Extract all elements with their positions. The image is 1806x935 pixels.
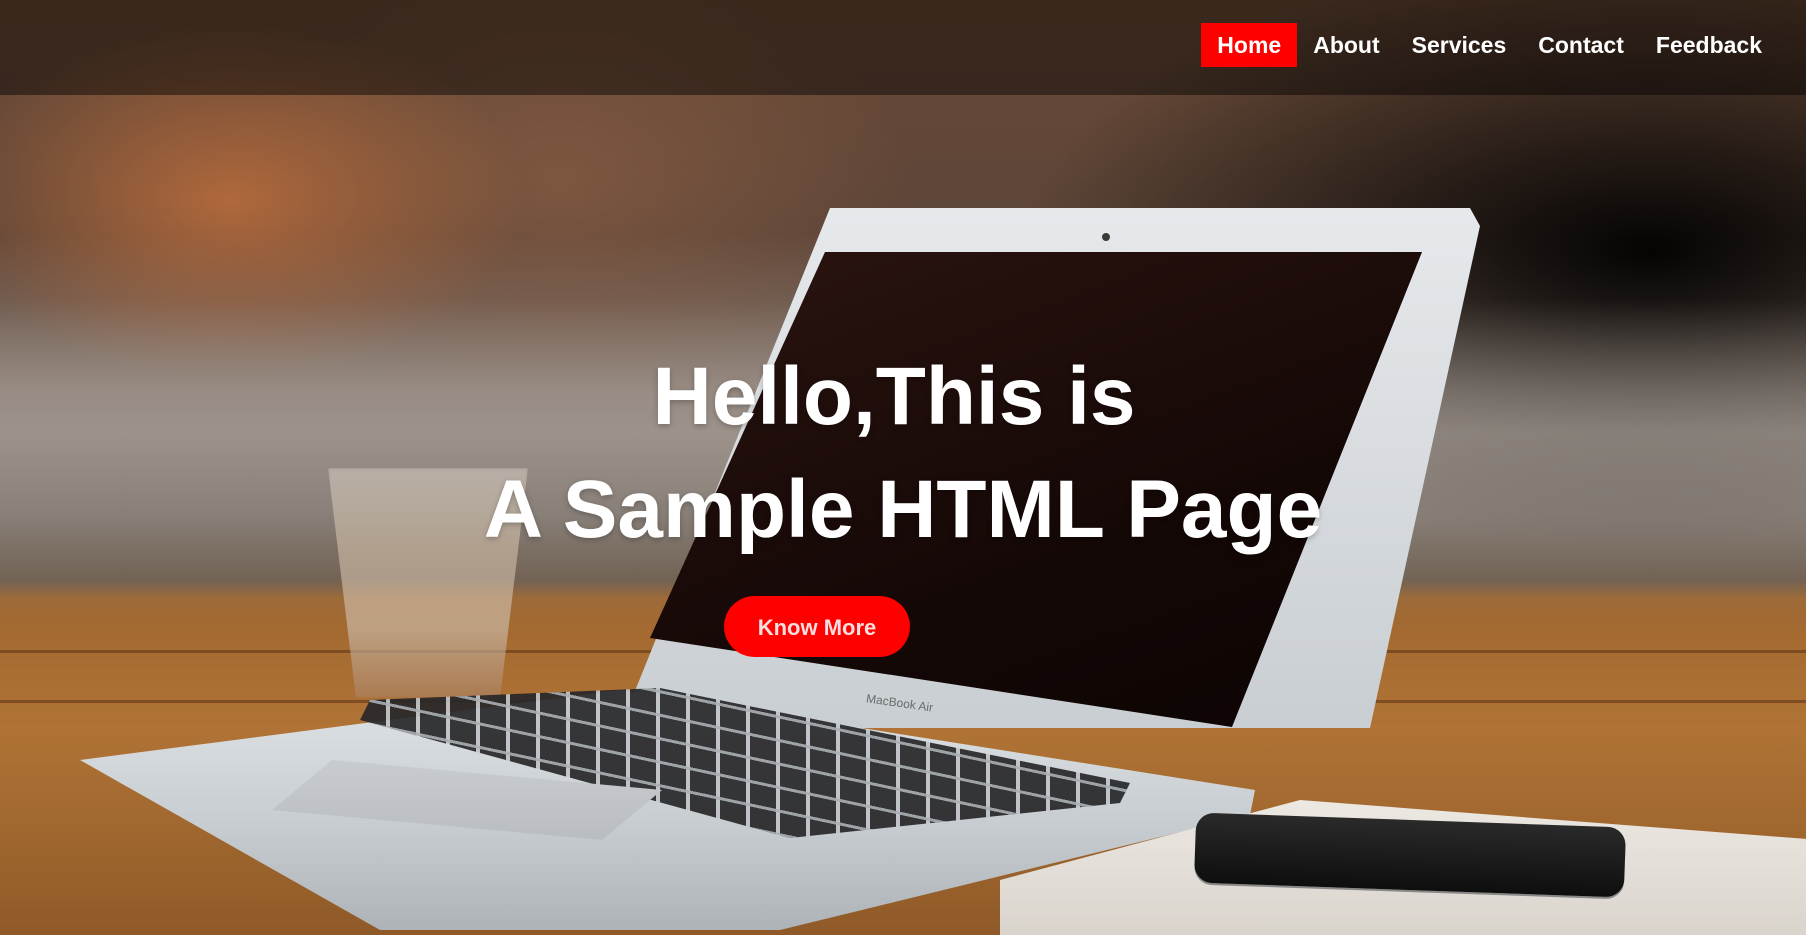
hero-heading-line-1: Hello,This is (652, 351, 1136, 442)
nav-link-services[interactable]: Services (1396, 23, 1523, 67)
phone-image (1193, 812, 1627, 898)
hero-heading: Hello,This is A Sample HTML Page (0, 340, 1806, 566)
know-more-button[interactable]: Know More (724, 596, 910, 657)
nav-list-item: Feedback (1640, 23, 1778, 67)
nav-link-about[interactable]: About (1297, 23, 1395, 67)
nav-list-item: About (1297, 23, 1395, 67)
nav-link-contact[interactable]: Contact (1522, 23, 1640, 67)
nav-link-home[interactable]: Home (1201, 23, 1298, 67)
top-navbar: Home About Services Contact Feedback (0, 0, 1806, 95)
nav-list-item: Contact (1522, 23, 1640, 67)
nav-link-feedback[interactable]: Feedback (1640, 23, 1778, 67)
nav-menu: Home About Services Contact Feedback (1201, 23, 1778, 67)
laptop-camera-image (1102, 233, 1110, 241)
hero-heading-line-2: A Sample HTML Page (483, 464, 1323, 555)
nav-list-item: Services (1396, 23, 1523, 67)
nav-list-item: Home (1201, 23, 1298, 67)
